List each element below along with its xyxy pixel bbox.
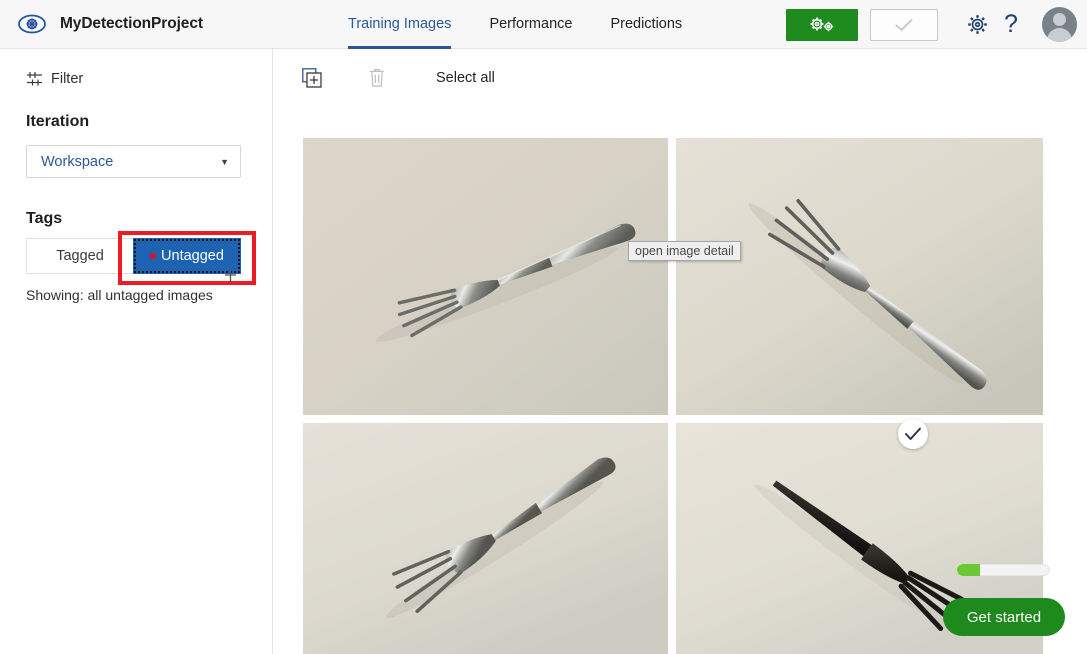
quick-test-button[interactable] bbox=[870, 8, 938, 41]
unsaved-dot-icon bbox=[150, 253, 157, 259]
train-button[interactable] bbox=[786, 8, 858, 41]
get-started-button[interactable]: Get started bbox=[943, 598, 1065, 636]
tag-filter-tagged-label: Tagged bbox=[56, 248, 104, 264]
image-card-2[interactable] bbox=[676, 138, 1043, 415]
iteration-selected-value: Workspace bbox=[41, 153, 114, 170]
help-button[interactable]: ? bbox=[994, 8, 1028, 42]
delete-button[interactable] bbox=[360, 61, 394, 95]
tags-toggle-group: Tagged Untagged bbox=[26, 238, 241, 274]
image-grid bbox=[303, 138, 1043, 654]
iteration-heading: Iteration bbox=[26, 113, 90, 130]
tab-training-images[interactable]: Training Images bbox=[329, 0, 470, 49]
fork-photo-2 bbox=[676, 138, 1043, 415]
tab-performance[interactable]: Performance bbox=[470, 0, 591, 49]
header-actions: ? bbox=[786, 0, 1077, 49]
image-tooltip: open image detail bbox=[628, 241, 741, 261]
filter-button[interactable]: Filter bbox=[26, 71, 272, 87]
checkmark-circle-icon bbox=[905, 427, 921, 440]
image-card-1[interactable] bbox=[303, 138, 668, 415]
filter-label: Filter bbox=[51, 71, 84, 87]
checkmark-icon bbox=[895, 18, 913, 31]
select-image-badge[interactable] bbox=[898, 419, 928, 449]
gear-icon bbox=[967, 15, 987, 34]
images-toolbar: Select all bbox=[273, 49, 1087, 106]
filter-sliders-icon bbox=[27, 72, 42, 86]
main-nav-tabs: Training Images Performance Predictions bbox=[329, 0, 701, 49]
tag-filter-tagged[interactable]: Tagged bbox=[26, 238, 133, 274]
fork-photo-1 bbox=[303, 138, 668, 415]
app-root: MyDetectionProject Training Images Perfo… bbox=[0, 0, 1087, 654]
onboarding-progress-fill bbox=[957, 564, 981, 576]
trash-icon bbox=[370, 69, 384, 87]
app-header: MyDetectionProject Training Images Perfo… bbox=[0, 0, 1087, 49]
add-images-button[interactable] bbox=[295, 61, 329, 95]
brand-area[interactable]: MyDetectionProject bbox=[0, 0, 275, 49]
image-card-3[interactable] bbox=[303, 423, 668, 654]
onboarding-progress-bar bbox=[957, 564, 1050, 576]
settings-button[interactable] bbox=[960, 8, 994, 42]
iteration-dropdown[interactable]: Workspace ▼ bbox=[26, 145, 241, 178]
add-images-icon bbox=[302, 67, 322, 88]
tags-heading: Tags bbox=[26, 210, 63, 227]
select-all-button[interactable]: Select all bbox=[436, 70, 495, 86]
showing-status-text: Showing: all untagged images bbox=[26, 287, 213, 303]
avatar-head bbox=[1053, 13, 1066, 26]
tab-predictions[interactable]: Predictions bbox=[591, 0, 701, 49]
tag-filter-untagged-label: Untagged bbox=[161, 248, 224, 264]
avatar[interactable] bbox=[1042, 7, 1077, 42]
question-mark-icon: ? bbox=[1004, 10, 1018, 38]
eye-icon bbox=[14, 6, 50, 42]
avatar-body bbox=[1047, 28, 1072, 42]
gears-icon bbox=[810, 17, 834, 31]
page-title: MyDetectionProject bbox=[60, 15, 203, 32]
chevron-down-icon: ▼ bbox=[220, 156, 229, 167]
sidebar: Filter Iteration Workspace ▼ Tags Tagged… bbox=[0, 49, 273, 654]
fork-photo-3 bbox=[303, 423, 668, 654]
tag-filter-untagged[interactable]: Untagged bbox=[133, 238, 241, 274]
